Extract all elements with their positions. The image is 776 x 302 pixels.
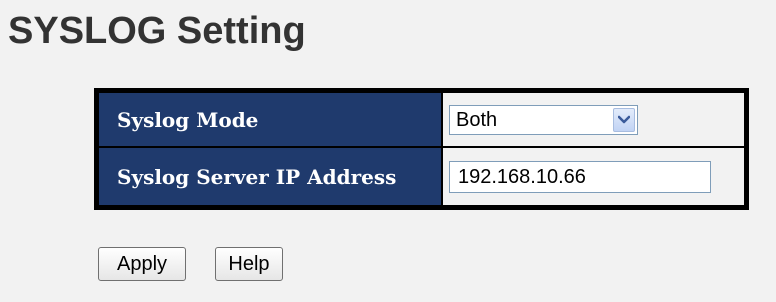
syslog-server-ip-label: Syslog Server IP Address [99,148,441,205]
syslog-server-ip-input[interactable]: 192.168.10.66 [449,160,711,193]
syslog-mode-row: Syslog Mode Both [99,93,744,147]
syslog-mode-value: Both [456,108,498,131]
page-title: SYSLOG Setting [8,10,306,52]
syslog-server-ip-row: Syslog Server IP Address 192.168.10.66 [99,148,744,205]
help-button[interactable]: Help [215,247,283,281]
syslog-settings-table: Syslog Mode Both Syslog Server IP Addres… [94,88,749,210]
apply-button[interactable]: Apply [98,247,186,281]
syslog-mode-label: Syslog Mode [99,93,441,147]
syslog-server-ip-cell: 192.168.10.66 [443,148,744,205]
syslog-mode-select[interactable]: Both [449,104,638,135]
chevron-down-icon[interactable] [613,107,635,132]
syslog-mode-cell: Both [443,93,744,147]
